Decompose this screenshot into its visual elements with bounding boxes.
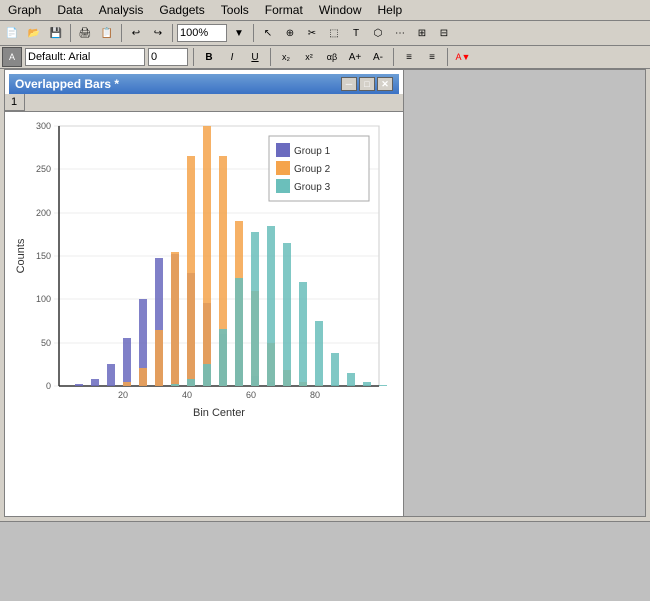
sep1	[70, 24, 71, 42]
superscript-btn[interactable]: x²	[299, 47, 319, 67]
svg-text:Counts: Counts	[15, 238, 27, 273]
new-btn[interactable]: 📄	[2, 23, 22, 43]
window-titlebar: Overlapped Bars * ─ □ ✕	[9, 74, 399, 94]
main-area: Overlapped Bars * ─ □ ✕ 1 Counts Bin Cen…	[0, 69, 650, 521]
sep5	[193, 48, 194, 66]
toolbar-1: 📄 📂 💾 🖨 📋 ↩ ↪ ▼ ↖ ⊕ ✂ ⬚ T ⬡ ⋯ ⊞ ⊟	[0, 21, 650, 46]
subscript-btn[interactable]: x₂	[276, 47, 296, 67]
svg-text:Group 3: Group 3	[294, 182, 331, 193]
align-center[interactable]: ≡	[422, 47, 442, 67]
font-size[interactable]	[148, 48, 188, 66]
graph-window: Overlapped Bars * ─ □ ✕ 1 Counts Bin Cen…	[4, 69, 404, 517]
open-btn[interactable]: 📂	[24, 23, 44, 43]
sep6	[270, 48, 271, 66]
menu-help[interactable]: Help	[374, 2, 407, 18]
greek-btn[interactable]: αβ	[322, 47, 342, 67]
menu-analysis[interactable]: Analysis	[95, 2, 148, 18]
right-panel	[404, 69, 646, 517]
sep4	[253, 24, 254, 42]
svg-text:200: 200	[36, 208, 51, 218]
tool2[interactable]: ⊕	[280, 23, 300, 43]
italic-btn[interactable]: I	[222, 47, 242, 67]
menu-window[interactable]: Window	[315, 2, 366, 18]
svg-text:20: 20	[118, 390, 128, 400]
svg-text:60: 60	[246, 390, 256, 400]
svg-text:40: 40	[182, 390, 192, 400]
window-controls: ─ □ ✕	[341, 77, 393, 91]
window-title: Overlapped Bars *	[15, 77, 119, 91]
close-btn[interactable]: ✕	[377, 77, 393, 91]
svg-text:300: 300	[36, 121, 51, 131]
svg-text:80: 80	[310, 390, 320, 400]
tool8[interactable]: ⊞	[412, 23, 432, 43]
sep2	[121, 24, 122, 42]
formatbar: A B I U x₂ x² αβ A+ A- ≡ ≡ A▼	[0, 46, 650, 69]
menu-gadgets[interactable]: Gadgets	[155, 2, 208, 18]
svg-text:250: 250	[36, 164, 51, 174]
chart-svg: Counts Bin Center 0 50 100 150 20	[9, 116, 399, 426]
sep7	[393, 48, 394, 66]
save-btn[interactable]: 💾	[46, 23, 66, 43]
menu-data[interactable]: Data	[53, 2, 86, 18]
sep8	[447, 48, 448, 66]
zoom-input[interactable]	[177, 24, 227, 42]
menu-graph[interactable]: Graph	[4, 2, 45, 18]
menubar: Graph Data Analysis Gadgets Tools Format…	[0, 0, 650, 21]
svg-text:Bin Center: Bin Center	[193, 407, 245, 419]
print-btn[interactable]: 🖨	[75, 23, 95, 43]
color-btn[interactable]: A▼	[453, 47, 473, 67]
svg-text:100: 100	[36, 294, 51, 304]
svg-text:150: 150	[36, 251, 51, 261]
svg-text:0: 0	[46, 381, 51, 391]
sep3	[172, 24, 173, 42]
tool9[interactable]: ⊟	[434, 23, 454, 43]
tool4[interactable]: ⬚	[324, 23, 344, 43]
menu-tools[interactable]: Tools	[217, 2, 253, 18]
svg-text:Group 1: Group 1	[294, 146, 331, 157]
underline-btn[interactable]: U	[245, 47, 265, 67]
graph-tab-1[interactable]: 1	[5, 94, 25, 111]
menu-format[interactable]: Format	[261, 2, 307, 18]
svg-text:50: 50	[41, 338, 51, 348]
graph-content: Counts Bin Center 0 50 100 150 20	[5, 112, 403, 516]
zoom-dropdown[interactable]: ▼	[229, 23, 249, 43]
format-icon: A	[2, 47, 22, 67]
minimize-btn[interactable]: ─	[341, 77, 357, 91]
undo-btn[interactable]: ↩	[126, 23, 146, 43]
copy-btn[interactable]: 📋	[97, 23, 117, 43]
tool5[interactable]: T	[346, 23, 366, 43]
tool3[interactable]: ✂	[302, 23, 322, 43]
maximize-btn[interactable]: □	[359, 77, 375, 91]
align-left[interactable]: ≡	[399, 47, 419, 67]
font-selector[interactable]	[25, 48, 145, 66]
bold-btn[interactable]: B	[199, 47, 219, 67]
redo-btn[interactable]: ↪	[148, 23, 168, 43]
tab-bar: 1	[5, 94, 403, 112]
smaller-btn[interactable]: A-	[368, 47, 388, 67]
tool7[interactable]: ⋯	[390, 23, 410, 43]
tool1[interactable]: ↖	[258, 23, 278, 43]
svg-text:Group 2: Group 2	[294, 164, 331, 175]
bottom-area	[0, 521, 650, 601]
tool6[interactable]: ⬡	[368, 23, 388, 43]
bigger-btn[interactable]: A+	[345, 47, 365, 67]
